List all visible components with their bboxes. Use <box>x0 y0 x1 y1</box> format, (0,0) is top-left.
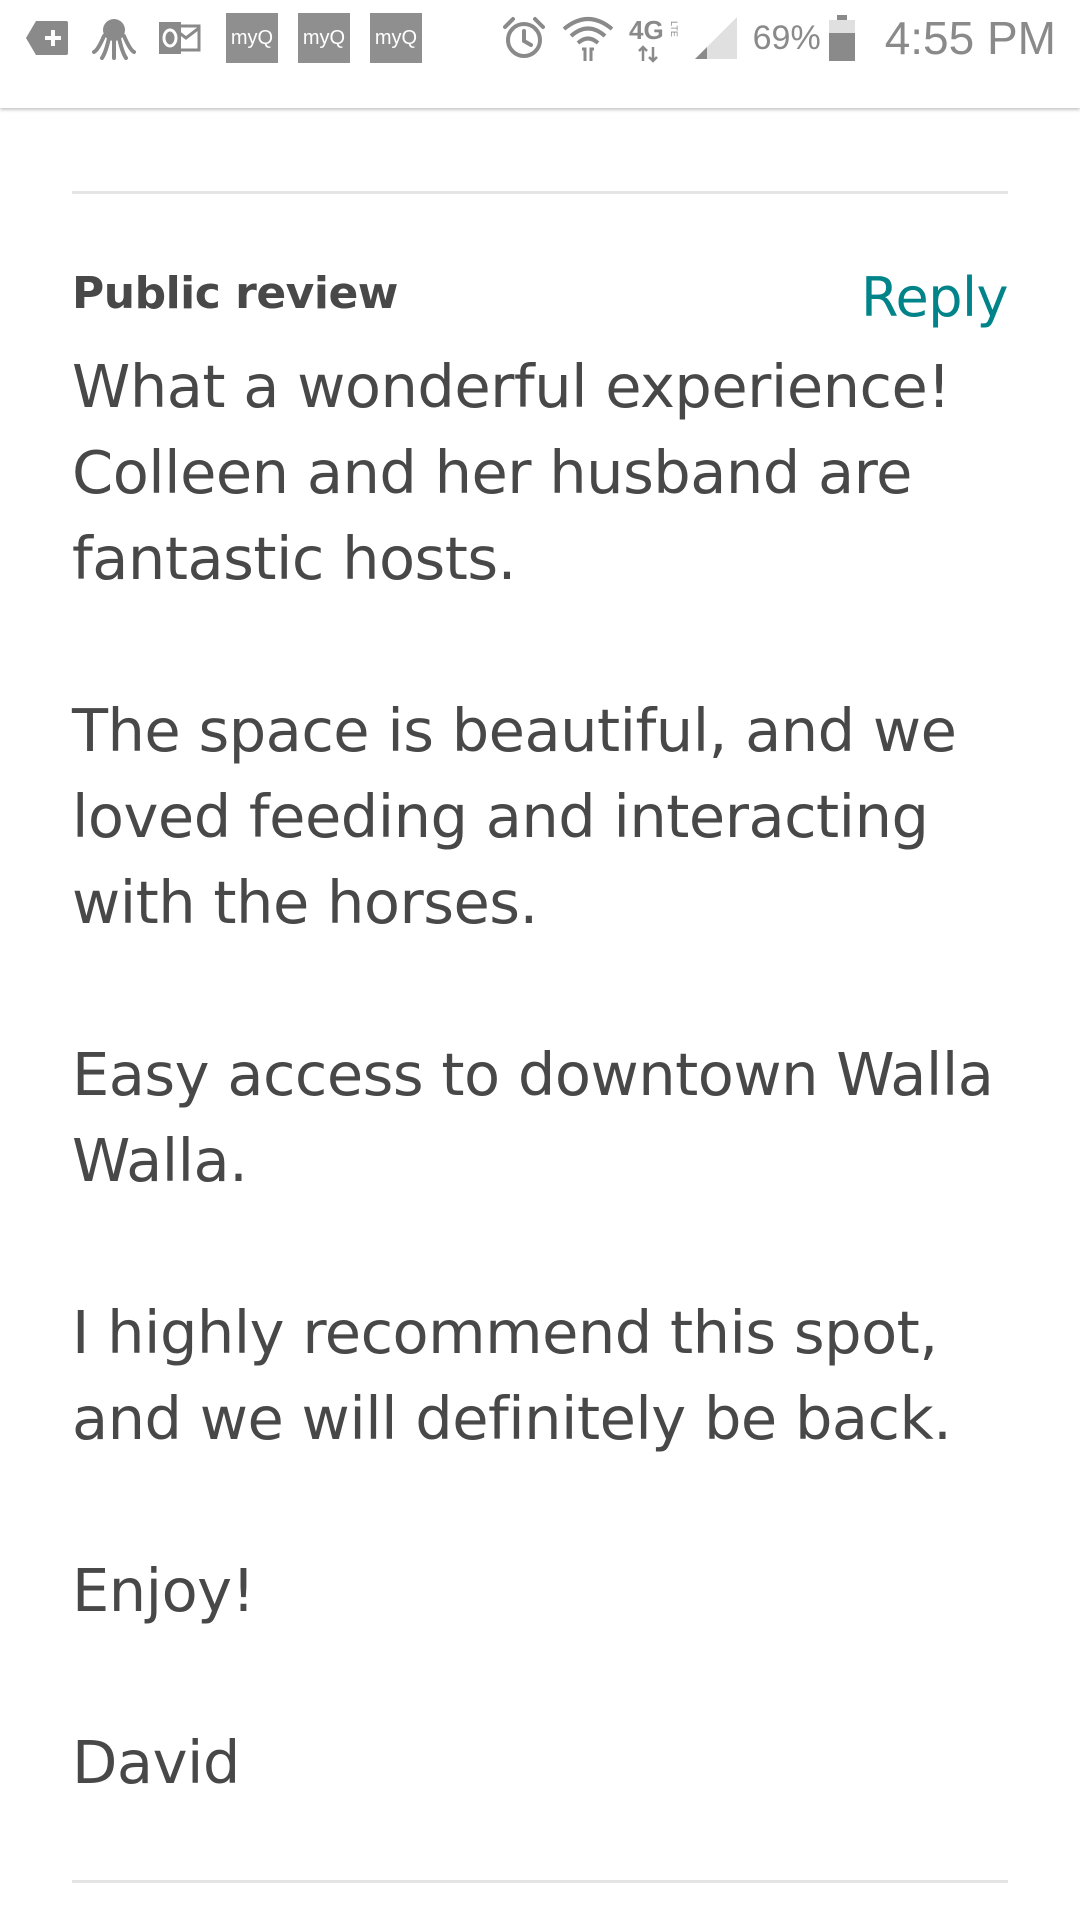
lte-icon: 4G LTE <box>629 13 679 63</box>
wifi-icon <box>561 13 615 63</box>
signal-icon <box>693 15 739 61</box>
plus-box-icon <box>24 19 70 57</box>
svg-text:LTE: LTE <box>669 21 679 37</box>
battery-percent: 69% <box>752 18 821 57</box>
review-paragraph: Enjoy! <box>72 1556 255 1625</box>
lte-label: 4G <box>629 15 664 45</box>
myq-icon: myQ <box>298 13 350 63</box>
myq-icon: myQ <box>370 13 422 63</box>
outlook-icon <box>158 17 202 59</box>
review-paragraph: What a wonderful experience! Colleen and… <box>72 352 951 593</box>
myq-icon: myQ <box>226 13 278 63</box>
status-bar: myQ myQ myQ 4G LTE 69% 4:55 PM <box>0 0 1080 108</box>
octopus-icon <box>92 16 136 60</box>
review-heading: Public review <box>72 268 398 319</box>
status-clock: 4:55 PM <box>884 12 1056 64</box>
top-divider <box>72 191 1008 194</box>
status-bar-left: myQ myQ myQ <box>24 0 442 76</box>
alarm-icon <box>501 15 547 61</box>
review-signature: David <box>72 1728 240 1797</box>
review-paragraph: I highly recommend this spot, and we wil… <box>72 1298 952 1453</box>
status-bar-right: 4G LTE 69% 4:55 PM <box>501 0 1056 76</box>
battery-icon <box>828 15 855 61</box>
review-body: What a wonderful experience! Colleen and… <box>72 344 1018 1806</box>
battery-fill <box>828 32 855 61</box>
reply-button[interactable]: Reply <box>861 266 1009 329</box>
bottom-divider <box>72 1880 1008 1883</box>
review-paragraph: The space is beautiful, and we loved fee… <box>72 696 957 937</box>
review-paragraph: Easy access to downtown Walla Walla. <box>72 1040 994 1195</box>
